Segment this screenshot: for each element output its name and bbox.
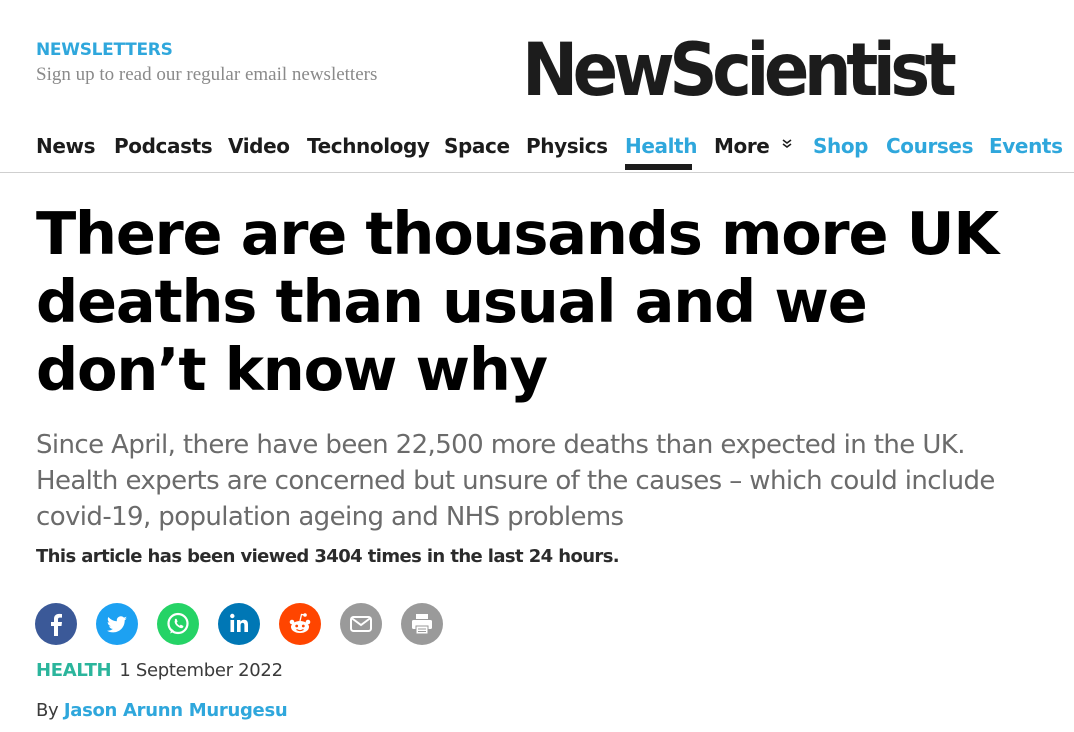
nav-item-health[interactable]: Health [625,134,697,158]
twitter-share-button[interactable] [96,603,138,645]
facebook-icon [35,603,77,645]
whatsapp-icon [157,603,199,645]
reddit-icon [279,603,321,645]
facebook-share-button[interactable] [35,603,77,645]
publish-date: 1 September 2022 [119,660,283,681]
site-logo[interactable]: NewScientist [522,34,957,107]
main-nav: News Podcasts Video Technology Space Phy… [0,120,1074,173]
site-header: NEWSLETTERS Sign up to read our regular … [0,0,1074,120]
nav-item-podcasts[interactable]: Podcasts [114,134,213,158]
article-standfirst: Since April, there have been 22,500 more… [36,430,995,532]
view-count: This article has been viewed 3404 times … [36,546,620,567]
article-headline: There are thousands more UK deaths than … [36,199,999,404]
nav-item-more[interactable]: More [714,134,770,158]
nav-item-courses[interactable]: Courses [886,134,973,158]
nav-item-video[interactable]: Video [228,134,290,158]
reddit-share-button[interactable] [279,603,321,645]
print-share-button[interactable] [401,603,443,645]
newsletters-subtitle[interactable]: Sign up to read our regular email newsle… [36,64,377,86]
article-meta: HEALTH 1 September 2022 [36,660,283,681]
byline-prefix: By [36,700,59,721]
chevron-down-icon[interactable] [781,138,793,150]
email-icon [340,603,382,645]
byline: By Jason Arunn Murugesu [36,700,288,721]
nav-item-news[interactable]: News [36,134,95,158]
nav-item-events[interactable]: Events [989,134,1063,158]
twitter-icon [96,603,138,645]
newsletters-link[interactable]: NEWSLETTERS [36,40,173,60]
print-icon [401,603,443,645]
linkedin-icon [218,603,260,645]
linkedin-share-button[interactable] [218,603,260,645]
nav-item-technology[interactable]: Technology [307,134,430,158]
email-share-button[interactable] [340,603,382,645]
active-nav-indicator [625,164,692,170]
whatsapp-share-button[interactable] [157,603,199,645]
category-link[interactable]: HEALTH [36,660,112,681]
nav-item-space[interactable]: Space [444,134,510,158]
nav-item-physics[interactable]: Physics [526,134,608,158]
author-link[interactable]: Jason Arunn Murugesu [64,700,288,721]
nav-item-shop[interactable]: Shop [813,134,869,158]
